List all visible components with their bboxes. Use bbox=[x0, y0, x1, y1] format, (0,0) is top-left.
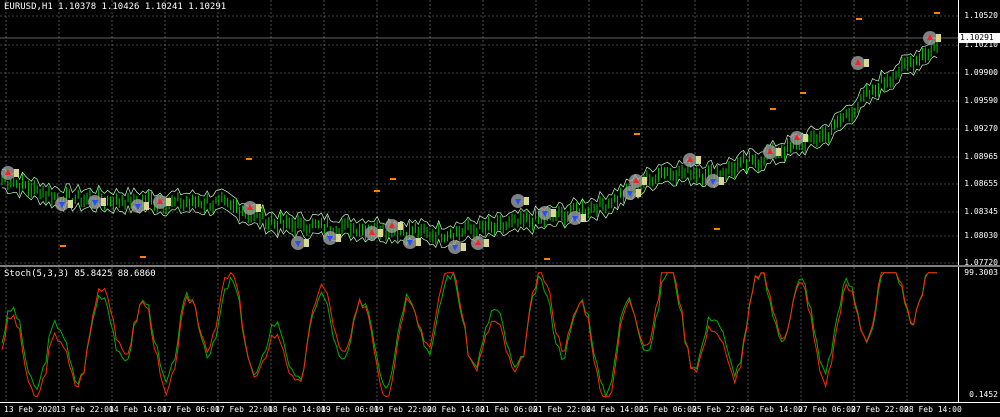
price-tick: 1.09270 bbox=[964, 124, 998, 133]
order-level-mark bbox=[934, 12, 940, 14]
price-chart-panel[interactable]: EURUSD,H1 1.10378 1.10426 1.10241 1.1029… bbox=[0, 0, 958, 265]
time-tick: 19 Feb 22:00 bbox=[374, 405, 432, 414]
price-tick: 1.10520 bbox=[964, 11, 998, 20]
price-tick: 1.09590 bbox=[964, 96, 998, 105]
time-tick: 24 Feb 14:00 bbox=[586, 405, 644, 414]
trade-marker-tag bbox=[398, 222, 403, 230]
order-level-mark bbox=[390, 178, 396, 180]
trade-marker-tag bbox=[636, 189, 641, 197]
stoch-tick-min: 0.1452 bbox=[969, 390, 998, 399]
price-chart[interactable] bbox=[0, 0, 958, 265]
stochastic-chart[interactable] bbox=[0, 267, 958, 402]
time-tick: 28 Feb 14:00 bbox=[904, 405, 962, 414]
time-axis[interactable]: 13 Feb 2020 13 Feb 22:00 14 Feb 14:00 17… bbox=[0, 402, 1000, 417]
stoch-main-line bbox=[1, 271, 938, 398]
time-tick: 20 Feb 14:00 bbox=[427, 405, 485, 414]
stoch-signal-line bbox=[1, 271, 938, 399]
trade-marker-tag bbox=[484, 239, 489, 247]
trade-marker-tag bbox=[581, 214, 586, 222]
order-level-mark bbox=[634, 133, 640, 135]
trade-marker-tag bbox=[803, 134, 808, 142]
trade-marker-tag bbox=[68, 200, 73, 208]
order-level-mark bbox=[246, 158, 252, 160]
time-tick: 21 Feb 06:00 bbox=[480, 405, 538, 414]
order-level-mark bbox=[714, 228, 720, 230]
stochastic-scale[interactable]: 99.3003 0.1452 bbox=[958, 267, 1000, 402]
stochastic-panel[interactable]: Stoch(5,3,3) 85.8425 88.6860 bbox=[0, 267, 958, 402]
trade-marker-tag bbox=[256, 204, 261, 212]
price-tick: 1.07720 bbox=[964, 258, 998, 267]
trade-marker-tag bbox=[524, 197, 529, 205]
trade-marker-tag bbox=[696, 156, 701, 164]
stochastic-header: Stoch(5,3,3) 85.8425 88.6860 bbox=[4, 269, 156, 279]
trade-marker-tag bbox=[719, 177, 724, 185]
time-tick: 27 Feb 06:00 bbox=[798, 405, 856, 414]
trade-marker-tag bbox=[304, 239, 309, 247]
price-tick: 1.08655 bbox=[964, 179, 998, 188]
time-tick: 18 Feb 14:00 bbox=[268, 405, 326, 414]
trade-marker-tag bbox=[166, 198, 171, 206]
order-level-mark bbox=[60, 245, 66, 247]
time-tick: 25 Feb 22:00 bbox=[692, 405, 750, 414]
time-tick: 17 Feb 22:00 bbox=[215, 405, 273, 414]
time-tick: 13 Feb 2020 bbox=[4, 405, 57, 414]
current-price-label: 1.10291 bbox=[958, 33, 1000, 43]
trade-marker-tag bbox=[14, 169, 19, 177]
trade-marker-tag bbox=[864, 59, 869, 67]
time-tick: 21 Feb 22:00 bbox=[533, 405, 591, 414]
order-level-mark bbox=[856, 18, 862, 20]
trade-marker-tag bbox=[776, 148, 781, 156]
price-tick: 1.08345 bbox=[964, 207, 998, 216]
trade-marker-tag bbox=[144, 202, 149, 210]
stoch-tick-max: 99.3003 bbox=[964, 268, 998, 277]
price-tick: 1.09900 bbox=[964, 68, 998, 77]
trade-marker-tag bbox=[551, 209, 556, 217]
order-level-mark bbox=[374, 190, 380, 192]
trade-marker-tag bbox=[461, 243, 466, 251]
time-tick: 27 Feb 22:00 bbox=[851, 405, 909, 414]
time-tick: 17 Feb 06:00 bbox=[162, 405, 220, 414]
time-tick: 19 Feb 06:00 bbox=[321, 405, 379, 414]
trade-marker-tag bbox=[642, 177, 647, 185]
order-level-mark bbox=[544, 258, 550, 260]
price-tick: 1.08030 bbox=[964, 231, 998, 240]
trade-marker-tag bbox=[936, 34, 941, 42]
trade-marker-tag bbox=[101, 198, 106, 206]
time-tick: 26 Feb 14:00 bbox=[745, 405, 803, 414]
trade-marker-tag bbox=[336, 234, 341, 242]
time-tick: 13 Feb 22:00 bbox=[56, 405, 114, 414]
order-level-mark bbox=[140, 256, 146, 258]
trade-marker-tag bbox=[378, 229, 383, 237]
price-tick: 1.08965 bbox=[964, 152, 998, 161]
chart-symbol-header: EURUSD,H1 1.10378 1.10426 1.10241 1.1029… bbox=[4, 2, 227, 12]
time-tick: 25 Feb 06:00 bbox=[639, 405, 697, 414]
time-tick: 14 Feb 14:00 bbox=[109, 405, 167, 414]
order-level-mark bbox=[800, 92, 806, 94]
trade-marker-tag bbox=[416, 238, 421, 246]
order-level-mark bbox=[770, 108, 776, 110]
